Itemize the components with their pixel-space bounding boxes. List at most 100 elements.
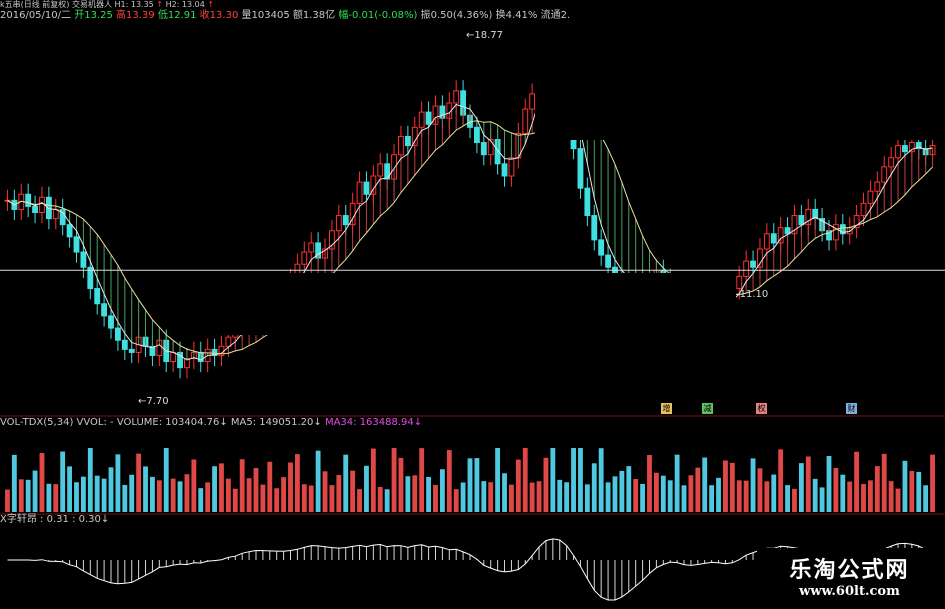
volume-bar[interactable]	[246, 478, 252, 512]
volume-bar[interactable]	[502, 473, 507, 512]
volume-bar[interactable]	[633, 479, 639, 512]
volume-bar[interactable]	[812, 478, 818, 512]
candle-body[interactable]	[453, 90, 460, 104]
volume-bar[interactable]	[605, 482, 611, 512]
volume-bar[interactable]	[177, 481, 183, 512]
volume-bar[interactable]	[861, 483, 866, 512]
volume-bar[interactable]	[439, 469, 445, 512]
volume-bar[interactable]	[481, 481, 487, 512]
volume-bar[interactable]	[736, 480, 742, 512]
volume-bar[interactable]	[115, 454, 121, 512]
volume-bar[interactable]	[515, 459, 521, 512]
volume-bar[interactable]	[184, 474, 190, 512]
volume-bar[interactable]	[854, 451, 860, 512]
candle-body[interactable]	[425, 111, 432, 125]
volume-bar[interactable]	[571, 448, 576, 512]
candle-body[interactable]	[356, 181, 363, 204]
candle-body[interactable]	[404, 135, 411, 147]
candle-body[interactable]	[522, 108, 529, 134]
volume-bar[interactable]	[557, 479, 563, 512]
volume-bar[interactable]	[550, 448, 556, 512]
candle-body[interactable]	[39, 196, 45, 214]
volume-bar[interactable]	[364, 465, 369, 512]
candle-body[interactable]	[25, 193, 32, 207]
candle-body[interactable]	[80, 251, 87, 268]
volume-bar[interactable]	[336, 474, 342, 512]
volume-bar[interactable]	[757, 468, 763, 512]
volume-bar[interactable]	[11, 454, 17, 512]
volume-bar[interactable]	[467, 458, 473, 512]
candle-body[interactable]	[308, 242, 315, 253]
volume-bar[interactable]	[101, 478, 107, 512]
volume-bar[interactable]	[446, 450, 452, 512]
volume-bar[interactable]	[536, 481, 542, 512]
volume-bar[interactable]	[660, 475, 666, 512]
volume-bar[interactable]	[522, 448, 528, 512]
candle-body[interactable]	[128, 348, 135, 353]
volume-bar[interactable]	[881, 453, 887, 512]
volume-bar[interactable]	[888, 481, 894, 512]
volume-bar[interactable]	[840, 474, 846, 512]
volume-bar[interactable]	[916, 471, 922, 512]
volume-bar[interactable]	[626, 466, 632, 512]
volume-bar[interactable]	[419, 448, 425, 512]
candle-body[interactable]	[66, 224, 73, 238]
volume-bar[interactable]	[32, 470, 38, 512]
volume-bar[interactable]	[5, 489, 10, 512]
volume-bar[interactable]	[792, 488, 797, 512]
volume-bar[interactable]	[191, 459, 197, 512]
volume-bar[interactable]	[170, 478, 176, 512]
candle-body[interactable]	[750, 260, 756, 268]
volume-bar[interactable]	[433, 484, 438, 512]
volume-bar[interactable]	[902, 460, 908, 512]
volume-bar[interactable]	[315, 450, 321, 512]
volume-bar[interactable]	[129, 474, 135, 512]
candle-body[interactable]	[101, 303, 108, 317]
volume-bar[interactable]	[909, 470, 915, 512]
volume-bar[interactable]	[232, 488, 238, 512]
volume-bar[interactable]	[18, 479, 24, 512]
volume-bar[interactable]	[805, 456, 811, 512]
volume-bar[interactable]	[80, 476, 86, 512]
candle-body[interactable]	[418, 111, 425, 128]
candle-body[interactable]	[94, 288, 101, 305]
candle-body[interactable]	[584, 187, 591, 217]
volume-bar[interactable]	[653, 472, 659, 512]
volume-bar[interactable]	[219, 463, 224, 512]
volume-bar[interactable]	[564, 482, 570, 512]
candle-body[interactable]	[598, 239, 605, 256]
candle-body[interactable]	[121, 339, 128, 350]
candle-body[interactable]	[770, 233, 777, 244]
volume-bar[interactable]	[819, 487, 825, 512]
candle-body[interactable]	[784, 227, 791, 235]
volume-bar[interactable]	[426, 476, 431, 512]
volume-bar[interactable]	[709, 485, 715, 512]
volume-bar[interactable]	[578, 448, 583, 512]
volume-bar[interactable]	[370, 448, 376, 512]
candle-body[interactable]	[170, 351, 177, 363]
candle-body[interactable]	[895, 145, 901, 159]
candle-body[interactable]	[881, 166, 888, 183]
volume-bar[interactable]	[778, 449, 784, 512]
volume-bar[interactable]	[702, 457, 708, 512]
volume-bar[interactable]	[108, 467, 114, 512]
volume-bar[interactable]	[53, 484, 59, 512]
volume-bar[interactable]	[488, 482, 494, 512]
volume-bar[interactable]	[322, 471, 328, 512]
volume-bar[interactable]	[647, 455, 652, 512]
volume-bar[interactable]	[640, 483, 646, 512]
candle-body[interactable]	[377, 163, 384, 177]
volume-bar[interactable]	[239, 459, 245, 512]
candle-body[interactable]	[73, 236, 80, 253]
volume-bar[interactable]	[874, 466, 880, 512]
volume-bar[interactable]	[74, 482, 79, 512]
volume-bar[interactable]	[688, 475, 694, 512]
volume-bar[interactable]	[798, 463, 804, 512]
volume-bar[interactable]	[405, 476, 411, 512]
event-marker-rights[interactable]: 权	[756, 403, 767, 414]
candle-body[interactable]	[108, 315, 114, 329]
volume-bar[interactable]	[398, 457, 404, 512]
volume-bar[interactable]	[253, 468, 259, 512]
candle-body[interactable]	[743, 260, 750, 277]
volume-bar[interactable]	[923, 485, 929, 512]
